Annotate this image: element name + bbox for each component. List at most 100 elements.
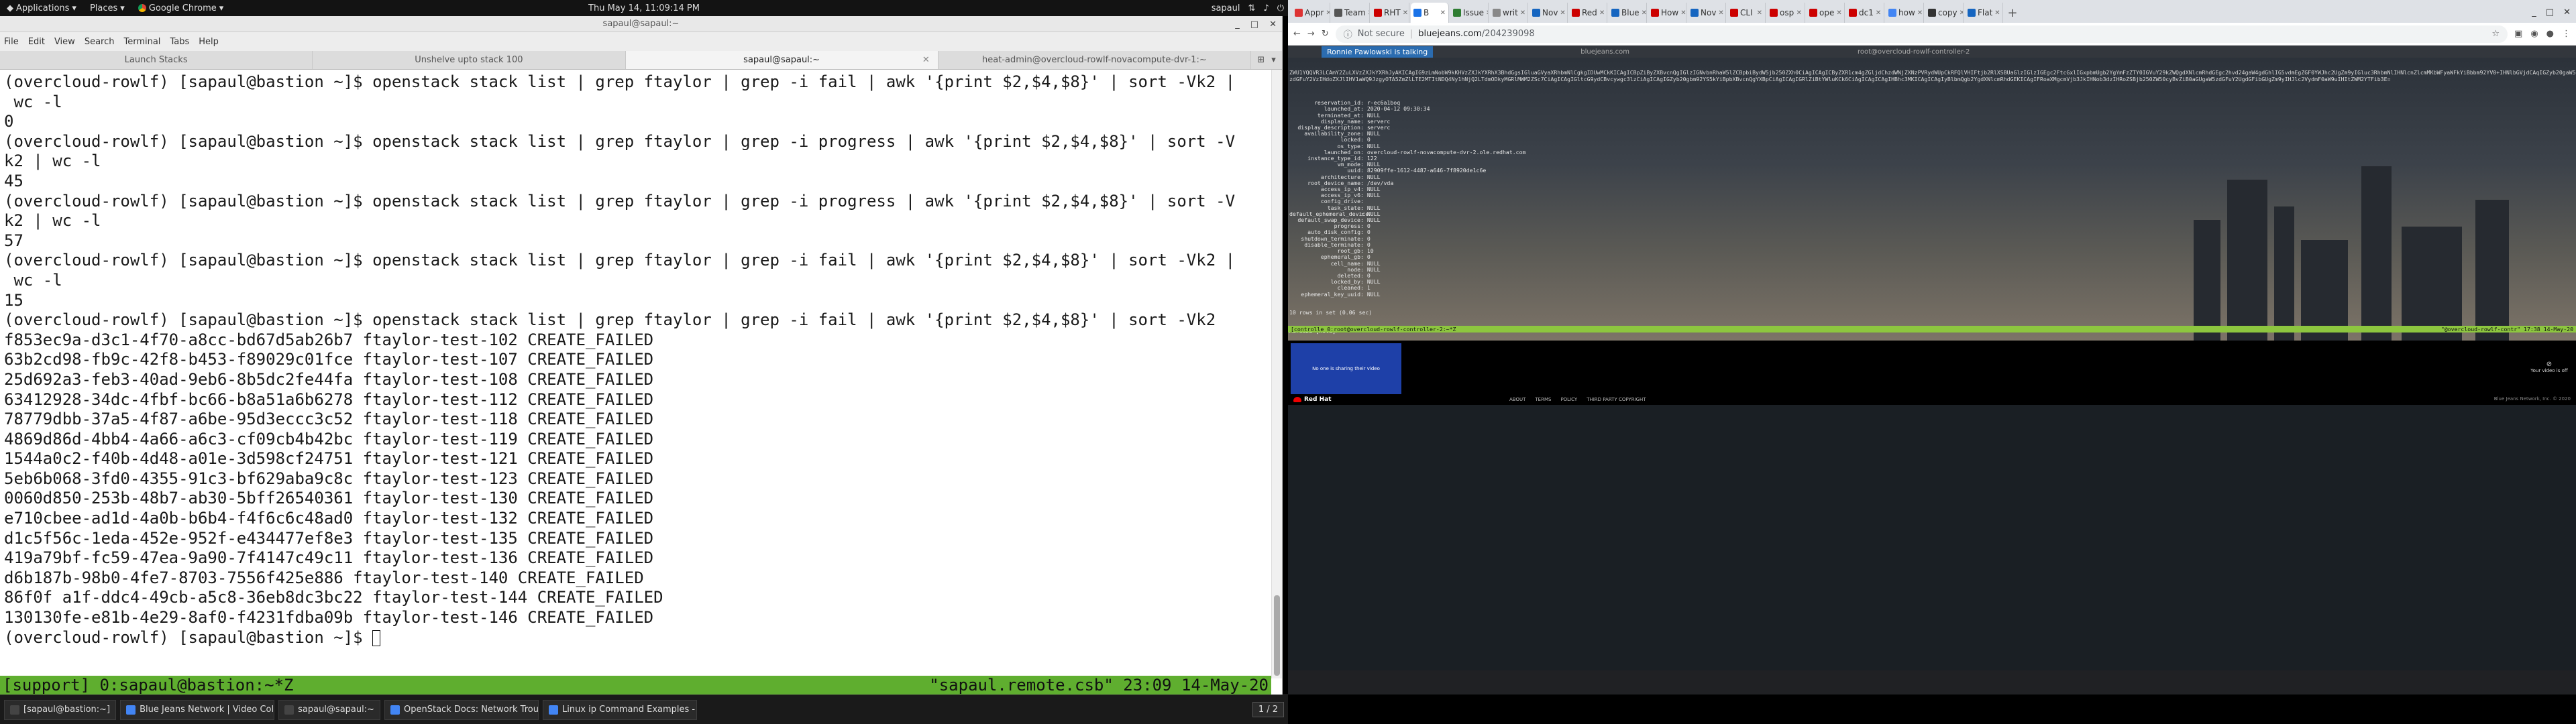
terminal-tab[interactable]: heat-admin@overcloud-rowlf-novacompute-d… (938, 51, 1251, 69)
close-tab-icon[interactable]: ✕ (1520, 9, 1525, 17)
terminal-tab[interactable]: Unshelve upto stack 100 (313, 51, 626, 69)
footer-link[interactable]: THIRD PARTY COPYRIGHT (1587, 397, 1646, 402)
address-bar[interactable]: ⓘ Not secure | bluejeans.com/204239098 ☆ (1335, 25, 2508, 43)
terminal-line: (overcloud-rowlf) [sapaul@bastion ~]$ op… (4, 310, 1216, 330)
close-tab-icon[interactable]: ✕ (1836, 9, 1841, 17)
browser-tab[interactable]: RHT ✕ (1371, 3, 1409, 23)
close-tab-icon[interactable]: ✕ (922, 55, 930, 65)
taskbar-item[interactable]: [sapaul@bastion:~] (4, 699, 117, 720)
shared-terminal-output: ZWU1YQQVR3LCAmY2ZuLXVzZXJkYXRhJyAKICAgIG… (1288, 58, 2576, 335)
browser-tab[interactable]: Red ✕ (1569, 3, 1607, 23)
places-menu[interactable]: Places ▾ (83, 3, 131, 13)
terminal-line: 78779dbb-37a5-4f87-a6be-95d3eccc3c52 fta… (4, 410, 654, 429)
close-icon[interactable]: ✕ (1269, 19, 1277, 29)
volume-icon[interactable]: ♪ (1263, 3, 1269, 13)
browser-tab[interactable]: dc1 ✕ (1846, 3, 1884, 23)
close-tab-icon[interactable]: ✕ (1876, 9, 1881, 17)
info-icon[interactable]: ⓘ (1344, 27, 1352, 40)
browser-tab[interactable]: Nov ✕ (1529, 3, 1568, 23)
footer-link[interactable]: POLICY (1560, 397, 1577, 402)
profile-icon[interactable]: ● (2546, 29, 2554, 39)
browser-tab[interactable]: osp ✕ (1767, 3, 1805, 23)
record-row: locked: 0 (1289, 137, 2576, 143)
close-tab-icon[interactable]: ✕ (1368, 9, 1369, 17)
browser-tab[interactable]: how ✕ (1886, 3, 1924, 23)
scrollbar-thumb[interactable] (1274, 595, 1280, 676)
user-label[interactable]: sapaul (1212, 3, 1240, 13)
close-tab-icon[interactable]: ✕ (1994, 9, 2000, 17)
terminal-titlebar[interactable]: sapaul@sapaul:~ _ □ ✕ (0, 16, 1282, 32)
extension-icon[interactable]: ▣ (2514, 29, 2522, 39)
new-tab-button[interactable]: + (2004, 3, 2021, 23)
close-tab-icon[interactable]: ✕ (1440, 9, 1446, 17)
taskbar-item[interactable]: sapaul@sapaul:~ (278, 699, 381, 720)
browser-tab[interactable]: Appr✕ (1292, 3, 1330, 23)
menu-search[interactable]: Search (85, 37, 115, 47)
close-tab-icon[interactable]: ✕ (1917, 9, 1923, 17)
close-tab-icon[interactable]: ✕ (1326, 9, 1330, 17)
reload-icon[interactable]: ↻ (1322, 29, 1329, 39)
footer-link[interactable]: TERMS (1535, 397, 1551, 402)
close-tab-icon[interactable]: ✕ (1960, 9, 1963, 17)
browser-tab[interactable]: copy✕ (1925, 3, 1964, 23)
terminal-line: 0060d850-253b-48b7-ab30-5bff26540361 fta… (4, 489, 654, 508)
browser-tab[interactable]: Blue ✕ (1609, 3, 1647, 23)
browser-tab[interactable]: How ✕ (1648, 3, 1686, 23)
minimize-icon[interactable]: _ (1235, 19, 1240, 29)
footer-link[interactable]: ABOUT (1509, 397, 1525, 402)
close-tab-icon[interactable]: ✕ (1599, 9, 1605, 17)
network-icon[interactable]: ⇅ (1248, 3, 1256, 13)
taskbar-item[interactable]: Linux ip Command Examples - nix... (543, 699, 698, 720)
menu-terminal[interactable]: Terminal (123, 37, 160, 47)
browser-tab[interactable]: Nov ✕ (1688, 3, 1726, 23)
rows-summary: 10 rows in set (0.06 sec) (1289, 309, 1373, 316)
tab-menu-icon[interactable]: ▾ (1271, 55, 1276, 65)
menu-help[interactable]: Help (199, 37, 219, 47)
extension-icon[interactable]: ◉ (2530, 29, 2538, 39)
participant-tile[interactable]: No one is sharing their video (1291, 343, 1401, 394)
minimize-icon[interactable]: _ (2532, 7, 2536, 17)
close-tab-icon[interactable]: ✕ (1680, 9, 1686, 17)
forward-icon[interactable]: → (1307, 29, 1315, 39)
browser-tab[interactable]: Flat ✕ (1965, 3, 2003, 23)
terminal-tab-active[interactable]: sapaul@sapaul:~ ✕ (625, 51, 938, 69)
menu-file[interactable]: File (4, 37, 19, 47)
close-tab-icon[interactable]: ✕ (1642, 9, 1646, 17)
record-row: root_device_name: /dev/vda (1289, 180, 2576, 186)
new-tab-icon[interactable]: ⊞ (1257, 55, 1265, 65)
browser-tab[interactable]: CLI ✕ (1727, 3, 1766, 23)
clock[interactable]: Thu May 14, 11:09:14 PM (588, 3, 700, 13)
star-icon[interactable]: ☆ (2491, 29, 2500, 39)
terminal-line: 45 (4, 171, 23, 190)
maximize-icon[interactable]: □ (2546, 7, 2554, 17)
close-tab-icon[interactable]: ✕ (1718, 9, 1723, 17)
back-icon[interactable]: ← (1293, 29, 1301, 39)
applications-menu[interactable]: ◆ Applications ▾ (0, 3, 83, 13)
close-tab-icon[interactable]: ✕ (1796, 9, 1802, 17)
active-app-menu[interactable]: Google Chrome ▾ (131, 3, 231, 13)
browser-tab-active[interactable]: B ✕ (1411, 3, 1449, 23)
kebab-menu-icon[interactable]: ⋮ (2562, 29, 2571, 39)
close-tab-icon[interactable]: ✕ (1560, 9, 1565, 17)
close-icon[interactable]: ✕ (2563, 7, 2571, 17)
menu-view[interactable]: View (54, 37, 75, 47)
terminal-line: 130130fe-e81b-4e29-8af0-f4231fdba09b fta… (4, 608, 654, 627)
browser-tab-label: Team (1344, 8, 1366, 17)
terminal-scrollbar[interactable] (1271, 70, 1282, 678)
browser-tab[interactable]: ope ✕ (1807, 3, 1845, 23)
maximize-icon[interactable]: □ (1250, 19, 1258, 29)
browser-tab[interactable]: Issue✕ (1450, 3, 1489, 23)
terminal-output[interactable]: (overcloud-rowlf) [sapaul@bastion ~]$ op… (0, 70, 1271, 678)
menu-tabs[interactable]: Tabs (170, 37, 189, 47)
browser-tab[interactable]: Team✕ (1332, 3, 1370, 23)
close-tab-icon[interactable]: ✕ (1403, 9, 1408, 17)
close-tab-icon[interactable]: ✕ (1757, 9, 1762, 17)
taskbar-item[interactable]: OpenStack Docs: Network Troubl... (384, 699, 539, 720)
close-tab-icon[interactable]: ✕ (1486, 9, 1488, 17)
browser-tab[interactable]: writ ✕ (1490, 3, 1528, 23)
menu-edit[interactable]: Edit (28, 37, 45, 47)
terminal-tab[interactable]: Launch Stacks (0, 51, 313, 69)
workspace-pager[interactable]: 1 / 2 (1252, 702, 1284, 717)
taskbar-item[interactable]: Blue Jeans Network | Video Colla... (120, 699, 275, 720)
power-icon[interactable]: ⏻ (1277, 3, 1284, 13)
